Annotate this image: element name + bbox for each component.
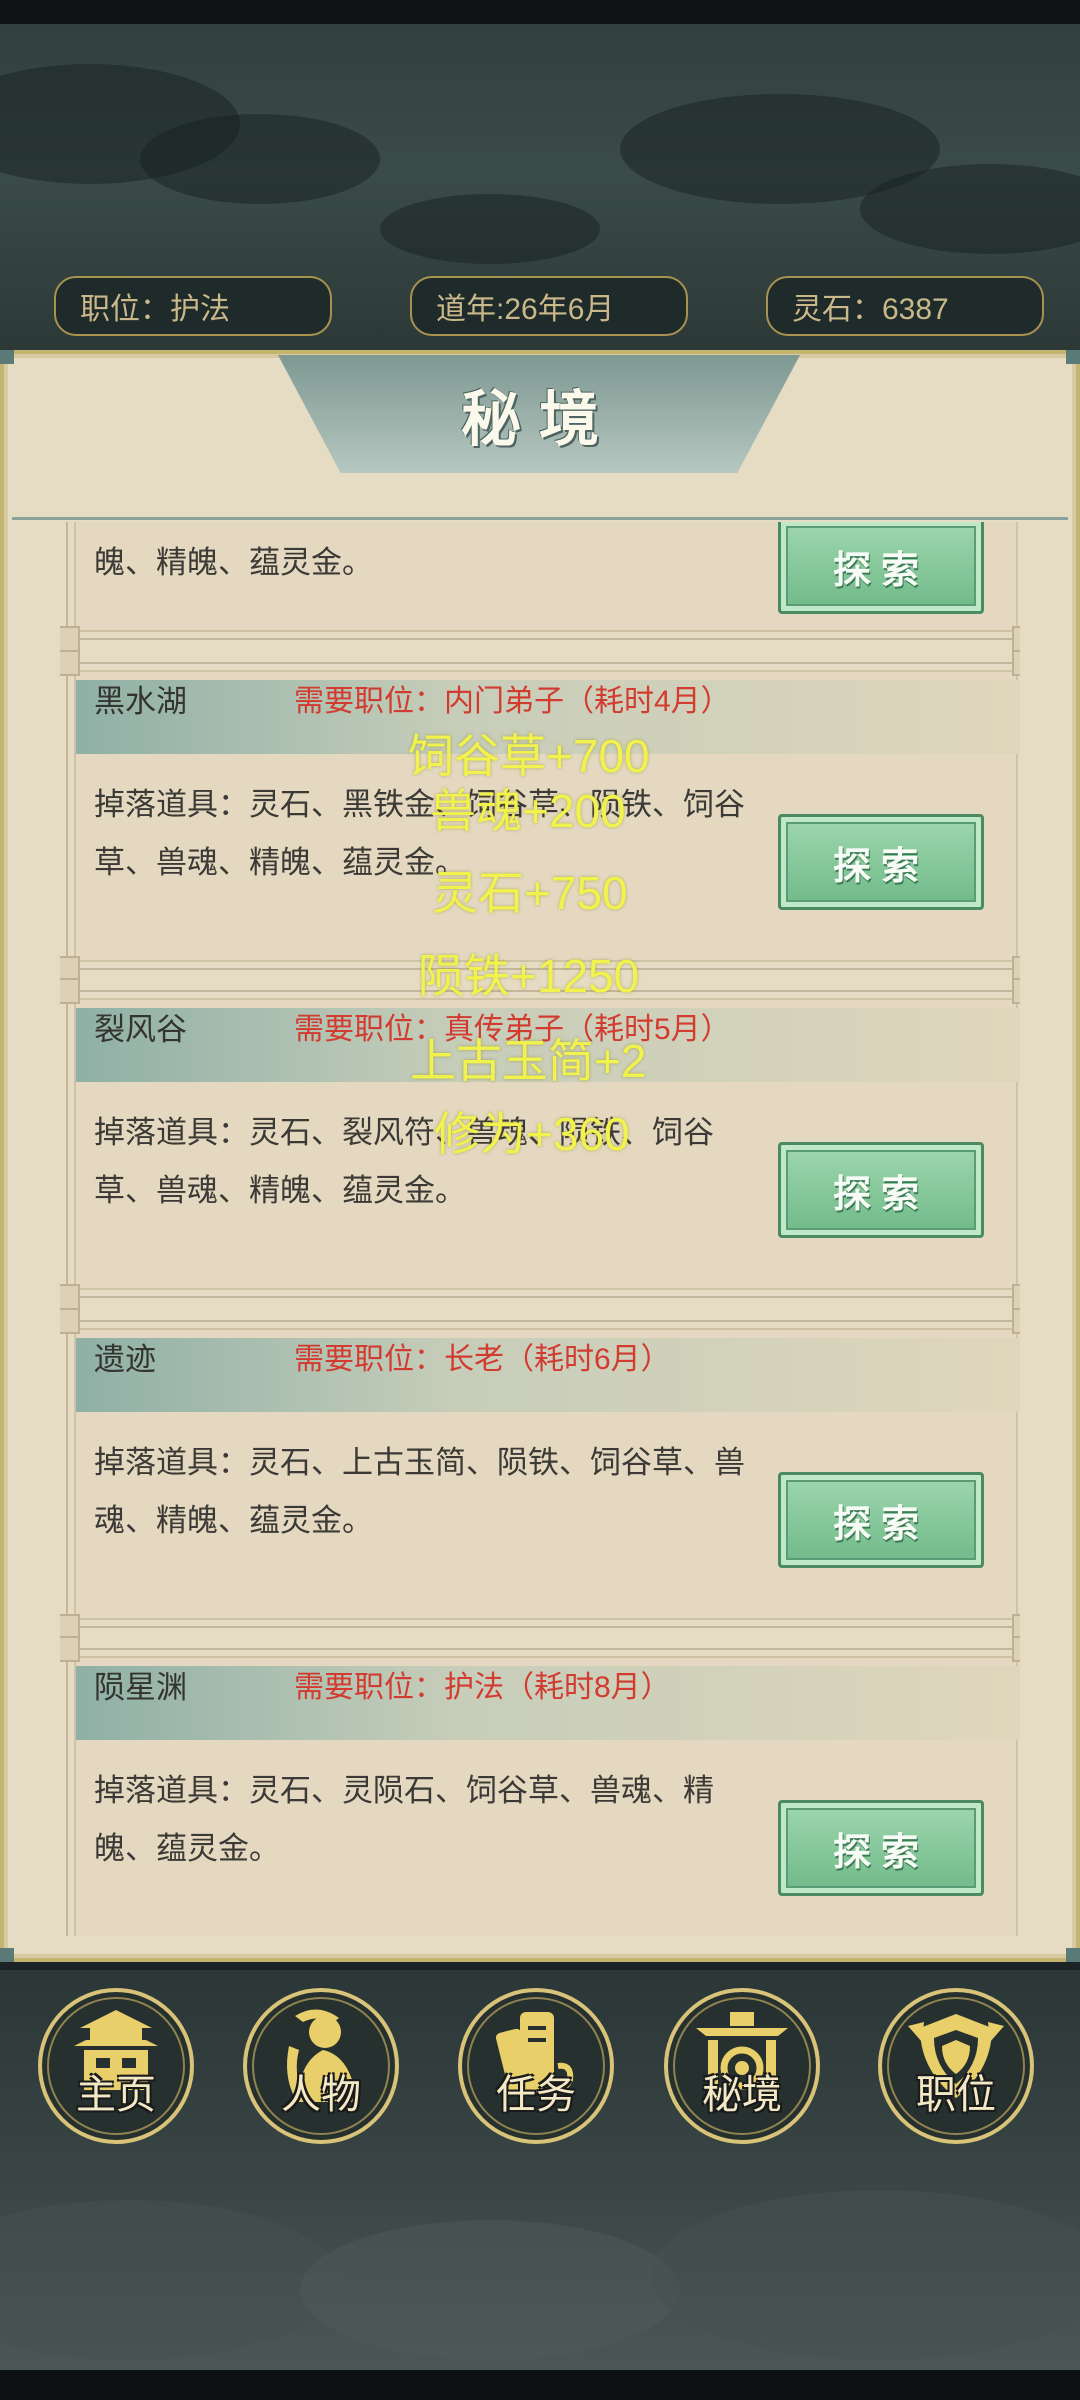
realm-list[interactable]: 魄、精魄、蕴灵金。 探索 黑水湖 需要职位：内门弟子（耗时4月） 掉落道具：灵石… [60, 522, 1020, 1936]
realm-requirement: 需要职位：长老（耗时6月） [294, 1343, 671, 1376]
realm-drops: 掉落道具：灵石、裂风符、兽魂、陨铁、饲谷草、兽魂、精魄、蕴灵金。 [94, 1115, 714, 1208]
year-text: 道年:26年6月 [436, 293, 615, 326]
nav-tasks[interactable]: 任务 [458, 1988, 614, 2144]
nav-character[interactable]: 人物 [243, 1988, 399, 2144]
title-divider [12, 517, 1068, 520]
position-text: 职位：护法 [80, 293, 230, 326]
system-nav-bar [0, 2370, 1080, 2400]
spirit-stone-text: 灵石：6387 [792, 293, 949, 326]
realm-requirement: 需要职位：护法（耗时8月） [294, 1671, 671, 1704]
explore-button[interactable]: 探索 [778, 814, 984, 910]
position-display: 职位：护法 [54, 276, 332, 336]
realm-requirement: 需要职位：内门弟子（耗时4月） [294, 685, 731, 718]
page-title: 秘境 [461, 384, 617, 455]
realm-card: 陨星渊 需要职位：护法（耗时8月） 掉落道具：灵石、灵陨石、饲谷草、兽魂、精魄、… [60, 1636, 1020, 1936]
explore-button[interactable]: 探索 [778, 1800, 984, 1896]
status-bar [0, 0, 1080, 24]
realm-name: 遗迹 [94, 1342, 156, 1377]
realm-drops: 掉落道具：灵石、上古玉简、陨铁、饲谷草、兽魂、精魄、蕴灵金。 [94, 1445, 745, 1538]
realm-name: 陨星渊 [94, 1670, 187, 1705]
nav-home[interactable]: 主页 [38, 1988, 194, 2144]
realm-card: 遗迹 需要职位：长老（耗时6月） 掉落道具：灵石、上古玉简、陨铁、饲谷草、兽魂、… [60, 1308, 1020, 1640]
realm-card: 裂风谷 需要职位：真传弟子（耗时5月） 掉落道具：灵石、裂风符、兽魂、陨铁、饲谷… [60, 978, 1020, 1310]
realm-drops: 魄、精魄、蕴灵金。 [94, 545, 373, 580]
explore-button[interactable]: 探索 [778, 1142, 984, 1238]
realm-name: 裂风谷 [94, 1012, 187, 1047]
realm-card-partial: 魄、精魄、蕴灵金。 探索 [60, 522, 1020, 652]
realm-name: 黑水湖 [94, 684, 187, 719]
nav-position[interactable]: 职位 [878, 1988, 1034, 2144]
year-display: 道年:26年6月 [410, 276, 688, 336]
spirit-stone-display: 灵石：6387 [766, 276, 1044, 336]
page-title-banner: 秘境 [278, 355, 800, 473]
realm-drops: 掉落道具：灵石、灵陨石、饲谷草、兽魂、精魄、蕴灵金。 [94, 1773, 714, 1866]
realm-drops: 掉落道具：灵石、黑铁金、饲谷草、陨铁、饲谷草、兽魂、精魄、蕴灵金。 [94, 787, 745, 880]
nav-secret-realm[interactable]: 秘境 [664, 1988, 820, 2144]
realm-card: 黑水湖 需要职位：内门弟子（耗时4月） 掉落道具：灵石、黑铁金、饲谷草、陨铁、饲… [60, 650, 1020, 982]
realm-requirement: 需要职位：真传弟子（耗时5月） [294, 1013, 731, 1046]
explore-button[interactable]: 探索 [778, 522, 984, 614]
explore-button[interactable]: 探索 [778, 1472, 984, 1568]
